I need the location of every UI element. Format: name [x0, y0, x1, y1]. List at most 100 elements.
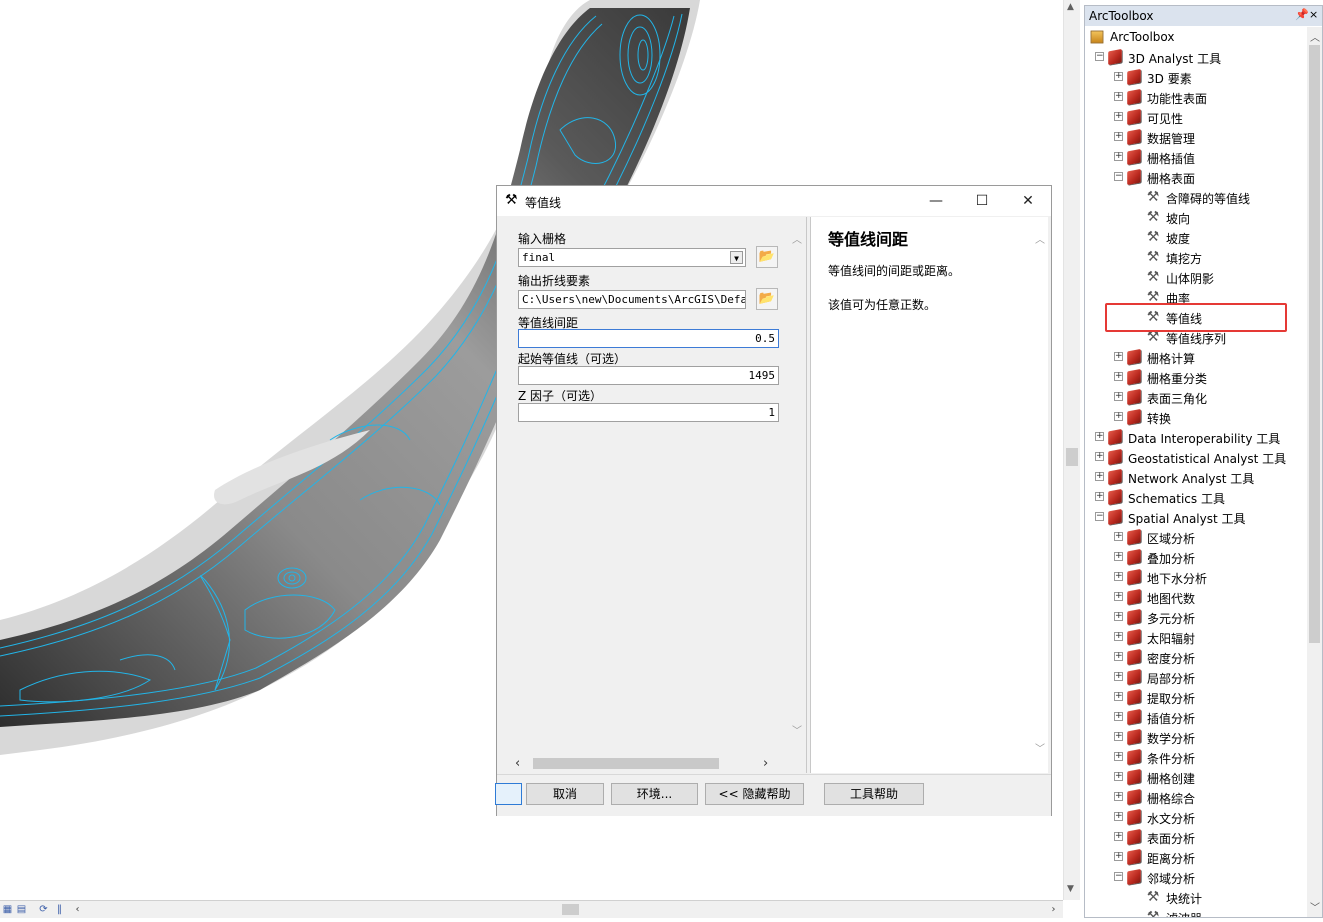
expand-icon[interactable]: + [1114, 752, 1123, 761]
expand-icon[interactable]: + [1114, 832, 1123, 841]
expand-icon[interactable]: + [1114, 572, 1123, 581]
tree-item[interactable]: + Schematics 工具 [1085, 487, 1307, 507]
expand-icon[interactable]: + [1095, 472, 1104, 481]
expand-icon[interactable]: + [1114, 352, 1123, 361]
expand-icon[interactable]: + [1114, 372, 1123, 381]
input-raster-select[interactable]: final ▼ [518, 248, 746, 267]
tree-item[interactable]: + 功能性表面 [1085, 87, 1307, 107]
collapse-icon[interactable]: − [1095, 52, 1104, 61]
tree-item[interactable]: + 栅格计算 [1085, 347, 1307, 367]
tree-item[interactable]: + 栅格插值 [1085, 147, 1307, 167]
tree-item[interactable]: + 插值分析 [1085, 707, 1307, 727]
toolbox-vscroll-thumb[interactable] [1309, 45, 1320, 643]
expand-icon[interactable]: + [1114, 72, 1123, 81]
expand-icon[interactable]: + [1114, 112, 1123, 121]
tree-item[interactable]: + 数学分析 [1085, 727, 1307, 747]
params-vertical-scrollbar[interactable]: ︿ ﹀ [789, 217, 806, 739]
collapse-icon[interactable]: − [1114, 872, 1123, 881]
tree-item[interactable]: − 栅格表面 [1085, 167, 1307, 187]
expand-icon[interactable]: + [1095, 492, 1104, 501]
help-vertical-scrollbar[interactable]: ︿ ﹀ [1032, 217, 1049, 773]
chevron-up-icon[interactable]: ︿ [1035, 231, 1045, 246]
tree-item[interactable]: + 距离分析 [1085, 847, 1307, 867]
expand-icon[interactable]: + [1095, 452, 1104, 461]
tree-item[interactable]: ⚒ 坡向 [1085, 207, 1307, 227]
output-polyline-field[interactable]: C:\Users\new\Documents\ArcGIS\Default [518, 290, 746, 309]
expand-icon[interactable]: + [1114, 552, 1123, 561]
expand-icon[interactable]: + [1114, 532, 1123, 541]
hide-help-button[interactable]: << 隐藏帮助 [705, 783, 804, 805]
chevron-right-icon[interactable]: › [763, 756, 768, 771]
tree-item[interactable]: + 地下水分析 [1085, 567, 1307, 587]
collapse-icon[interactable]: − [1095, 512, 1104, 521]
expand-icon[interactable]: + [1114, 712, 1123, 721]
tree-item[interactable]: + 栅格重分类 [1085, 367, 1307, 387]
chevron-up-icon[interactable]: ︿ [792, 231, 802, 246]
expand-icon[interactable]: + [1114, 152, 1123, 161]
tree-item[interactable]: ⚒ 坡度 [1085, 227, 1307, 247]
tree-item[interactable]: + 可见性 [1085, 107, 1307, 127]
base-contour-field[interactable]: 1495 [518, 366, 779, 385]
scroll-right-arrow-icon[interactable]: › [1048, 904, 1059, 915]
expand-icon[interactable]: + [1114, 852, 1123, 861]
tree-item[interactable]: + 区域分析 [1085, 527, 1307, 547]
expand-icon[interactable]: + [1114, 772, 1123, 781]
tree-item[interactable]: + 数据管理 [1085, 127, 1307, 147]
tree-item[interactable]: − 3D Analyst 工具 [1085, 47, 1307, 67]
close-button[interactable]: ✕ [1005, 186, 1051, 216]
expand-icon[interactable]: + [1114, 652, 1123, 661]
tree-item[interactable]: − Spatial Analyst 工具 [1085, 507, 1307, 527]
arctoolbox-titlebar[interactable]: ArcToolbox 📌 × [1085, 6, 1322, 26]
z-factor-field[interactable]: 1 [518, 403, 779, 422]
map-hscroll-thumb[interactable] [562, 904, 579, 915]
data-view-icon[interactable]: ▦ [2, 904, 13, 915]
expand-icon[interactable]: + [1114, 612, 1123, 621]
refresh-icon[interactable]: ⟳ [38, 904, 49, 915]
map-vertical-scrollbar[interactable]: ▲ ▼ [1063, 0, 1080, 900]
tree-item[interactable]: + 水文分析 [1085, 807, 1307, 827]
tree-item[interactable]: + 地图代数 [1085, 587, 1307, 607]
tree-item[interactable]: + 叠加分析 [1085, 547, 1307, 567]
tree-item[interactable]: + 栅格综合 [1085, 787, 1307, 807]
close-icon[interactable]: × [1309, 8, 1318, 21]
environments-button[interactable]: 环境... [611, 783, 698, 805]
tree-item[interactable]: − 邻域分析 [1085, 867, 1307, 887]
expand-icon[interactable]: + [1114, 132, 1123, 141]
pin-icon[interactable]: 📌 [1295, 8, 1309, 21]
folder-open-icon[interactable]: 📂 [756, 288, 778, 310]
tree-item[interactable]: ArcToolbox [1085, 27, 1307, 47]
expand-icon[interactable]: + [1114, 812, 1123, 821]
ok-button[interactable] [495, 783, 522, 805]
expand-icon[interactable]: + [1114, 672, 1123, 681]
tree-item[interactable]: + 栅格创建 [1085, 767, 1307, 787]
tree-item[interactable]: ⚒ 填挖方 [1085, 247, 1307, 267]
tree-item[interactable]: + 表面三角化 [1085, 387, 1307, 407]
tool-help-button[interactable]: 工具帮助 [824, 783, 924, 805]
tree-item[interactable]: + 表面分析 [1085, 827, 1307, 847]
scroll-up-arrow-icon[interactable]: ︿ [1310, 29, 1320, 44]
expand-icon[interactable]: + [1114, 592, 1123, 601]
tree-item[interactable]: ⚒ 滤波器 [1085, 907, 1307, 917]
tree-item[interactable]: + 太阳辐射 [1085, 627, 1307, 647]
tree-item[interactable]: + 转换 [1085, 407, 1307, 427]
params-hscroll-thumb[interactable] [533, 758, 719, 769]
tree-item[interactable]: + 密度分析 [1085, 647, 1307, 667]
dialog-titlebar[interactable]: ⚒ 等值线 — ☐ ✕ [497, 186, 1051, 216]
collapse-icon[interactable]: − [1114, 172, 1123, 181]
chevron-down-icon[interactable]: ﹀ [792, 722, 802, 737]
interval-field[interactable]: 0.5 [518, 329, 779, 348]
chevron-down-icon[interactable]: ▼ [730, 251, 743, 264]
expand-icon[interactable]: + [1114, 412, 1123, 421]
scroll-down-arrow-icon[interactable]: ▼ [1067, 884, 1074, 894]
minimize-button[interactable]: — [913, 186, 959, 216]
tree-item[interactable]: +3D 要素 [1085, 67, 1307, 87]
tree-item[interactable]: + 提取分析 [1085, 687, 1307, 707]
expand-icon[interactable]: + [1095, 432, 1104, 441]
scroll-up-arrow-icon[interactable]: ▲ [1067, 2, 1074, 12]
tree-item[interactable]: ⚒ 山体阴影 [1085, 267, 1307, 287]
tree-item[interactable]: ⚒ 含障碍的等值线 [1085, 187, 1307, 207]
expand-icon[interactable]: + [1114, 792, 1123, 801]
tree-item[interactable]: + 条件分析 [1085, 747, 1307, 767]
params-horizontal-scrollbar[interactable]: ‹ › [499, 755, 789, 772]
expand-icon[interactable]: + [1114, 692, 1123, 701]
